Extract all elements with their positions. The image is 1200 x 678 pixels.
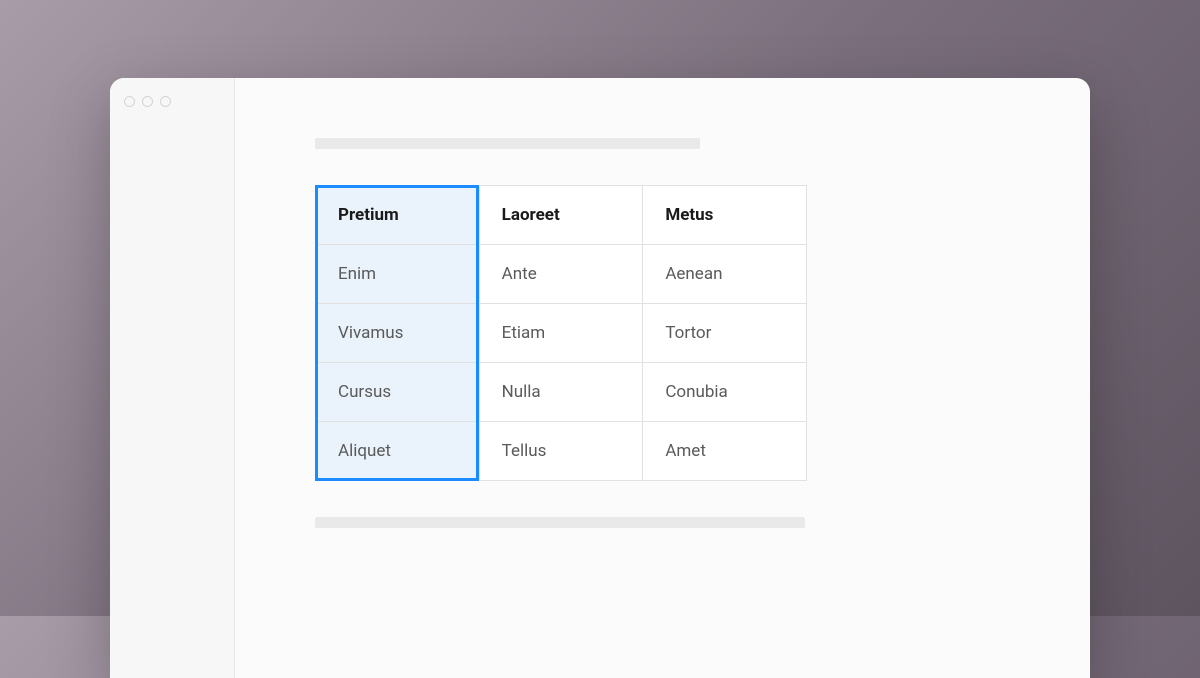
table-header-cell[interactable]: Laoreet	[479, 186, 643, 245]
traffic-light-minimize-icon[interactable]	[142, 96, 153, 107]
sidebar	[110, 78, 235, 678]
table-cell[interactable]: Etiam	[479, 304, 643, 363]
table-row: Aliquet Tellus Amet	[316, 422, 807, 481]
traffic-light-zoom-icon[interactable]	[160, 96, 171, 107]
table-container: Pretium Laoreet Metus Enim Ante Aenean V…	[315, 185, 807, 481]
table-cell[interactable]: Aenean	[643, 245, 807, 304]
table-cell[interactable]: Cursus	[316, 363, 480, 422]
table-cell[interactable]: Nulla	[479, 363, 643, 422]
table-cell[interactable]: Ante	[479, 245, 643, 304]
table-cell[interactable]: Conubia	[643, 363, 807, 422]
table-cell[interactable]: Enim	[316, 245, 480, 304]
table-cell[interactable]: Vivamus	[316, 304, 480, 363]
main-content: Pretium Laoreet Metus Enim Ante Aenean V…	[235, 78, 1090, 678]
table-cell[interactable]: Tellus	[479, 422, 643, 481]
table-cell[interactable]: Amet	[643, 422, 807, 481]
table-cell[interactable]: Tortor	[643, 304, 807, 363]
table-row: Vivamus Etiam Tortor	[316, 304, 807, 363]
table-header-cell[interactable]: Metus	[643, 186, 807, 245]
table-header-cell[interactable]: Pretium	[316, 186, 480, 245]
app-window: Pretium Laoreet Metus Enim Ante Aenean V…	[110, 78, 1090, 678]
table-row: Enim Ante Aenean	[316, 245, 807, 304]
table-row: Cursus Nulla Conubia	[316, 363, 807, 422]
placeholder-bar-top	[315, 138, 700, 149]
traffic-light-close-icon[interactable]	[124, 96, 135, 107]
table-cell[interactable]: Aliquet	[316, 422, 480, 481]
placeholder-bar-bottom	[315, 517, 805, 528]
table-header-row: Pretium Laoreet Metus	[316, 186, 807, 245]
data-table[interactable]: Pretium Laoreet Metus Enim Ante Aenean V…	[315, 185, 807, 481]
